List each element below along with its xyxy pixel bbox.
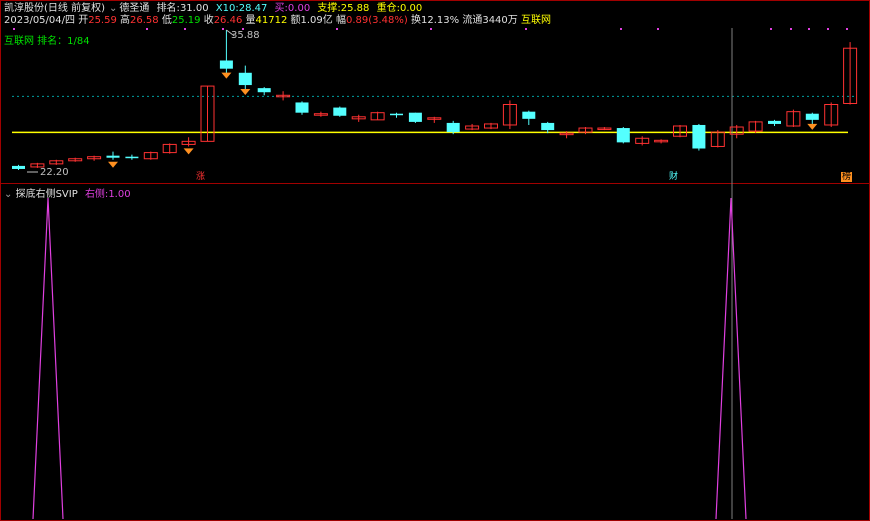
rank-label: 排名: (156, 3, 180, 14)
signal-dot (657, 28, 659, 30)
indicator-menu-icon[interactable]: ⌄ (109, 3, 117, 14)
buy-diamond-icon (183, 148, 194, 155)
buy-diamond-icon (108, 161, 118, 168)
amount-value: 1.09亿 (300, 15, 333, 26)
heavy-value: 0.00 (399, 3, 423, 14)
candle-body (616, 128, 630, 143)
signal-dot (222, 28, 224, 30)
concept-tag[interactable]: 互联网 (521, 15, 551, 26)
rank-value: 31.00 (179, 3, 209, 14)
candlestick-chart[interactable] (0, 0, 870, 521)
finance-marker[interactable]: 财 (668, 172, 679, 182)
signal-dot (525, 28, 527, 30)
buy-diamond-icon (240, 89, 251, 96)
candle-body (125, 156, 139, 159)
indicator-peak-line (715, 197, 747, 520)
candle-body (106, 155, 120, 158)
lower-panel-header: ⌄ 探底右侧SVIP 右侧:1.00 (4, 185, 131, 200)
candle-body (768, 120, 781, 124)
support-value: 25.88 (340, 3, 370, 14)
candle-body (408, 112, 422, 122)
support-label: 支撑: (317, 3, 341, 14)
x10-label: X10: (215, 3, 239, 14)
candle-body (257, 88, 271, 93)
amount-label: 额 (290, 15, 301, 26)
price-low-label: 22.20 (40, 167, 69, 178)
candle-body (238, 72, 252, 86)
candle-body (522, 111, 536, 119)
signal-dot (184, 28, 186, 30)
lower-indicator-name[interactable]: 探底右侧SVIP (16, 189, 78, 200)
candle-body (12, 165, 25, 169)
buy-value: 0.00 (287, 3, 311, 14)
indicator-name[interactable]: 德圣通 (119, 3, 149, 14)
change-label: 幅 (335, 15, 346, 26)
heavy-label: 重仓: (376, 3, 400, 14)
quote-date: 2023/05/04/四 (4, 15, 76, 26)
candle-body (219, 60, 233, 69)
vol-value: 41712 (255, 15, 288, 26)
right-side-label: 右侧: (84, 189, 109, 200)
right-side-value: 1.00 (108, 189, 131, 200)
signal-dot (430, 28, 432, 30)
buy-label: 买: (274, 3, 288, 14)
low-label: 低 (161, 15, 172, 26)
x10-value: 28.47 (238, 3, 268, 14)
quote-line: 2023/05/04/四 开25.59 高26.58 低25.19 收26.46… (4, 15, 551, 27)
change-value: 0.89(3.48%) (345, 15, 408, 26)
dragon-tiger-marker[interactable]: 榜 (841, 172, 853, 182)
signal-dot (13, 28, 15, 30)
signal-dot (846, 28, 848, 30)
candle-body (390, 113, 403, 116)
lower-menu-icon[interactable]: ⌄ (4, 189, 12, 200)
turnover-value: 12.13% (421, 15, 460, 26)
candle-body (692, 124, 706, 149)
low-value: 25.19 (171, 15, 201, 26)
signal-dot (790, 28, 792, 30)
open-value: 25.59 (88, 15, 117, 26)
candle-body (333, 107, 347, 116)
header-line: 凯淳股份(日线 前复权) ⌄ 德圣通 排名:31.00 X10:28.47 买:0.… (4, 3, 426, 15)
indicator-peak-line (32, 197, 64, 520)
turnover-label: 换 (411, 15, 421, 26)
high-label: 高 (120, 15, 131, 26)
vol-label: 量 (245, 15, 256, 26)
signal-dot (620, 28, 622, 30)
close-label: 收 (203, 15, 214, 26)
signal-dot (146, 28, 148, 30)
buy-diamond-icon (221, 72, 232, 79)
candle-body (541, 122, 555, 131)
open-label: 开 (78, 15, 89, 26)
float-label: 流通 (462, 15, 483, 26)
limit-up-marker[interactable]: 涨 (195, 172, 206, 182)
high-value: 26.58 (130, 15, 159, 26)
signal-dot (827, 28, 829, 30)
candle-body (805, 113, 819, 120)
signal-dot (770, 28, 772, 30)
float-value: 3440万 (482, 15, 518, 26)
candle-body (295, 102, 309, 113)
industry-ranking[interactable]: 互联网 排名：1/84 (4, 32, 90, 47)
price-high-label: 35.88 (231, 30, 260, 41)
signal-dot (808, 28, 810, 30)
close-value: 26.46 (213, 15, 243, 26)
stock-title[interactable]: 凯淳股份(日线 前复权) (4, 3, 105, 14)
candle-body (446, 122, 460, 133)
signal-dot (336, 28, 338, 30)
buy-diamond-icon (807, 123, 818, 130)
